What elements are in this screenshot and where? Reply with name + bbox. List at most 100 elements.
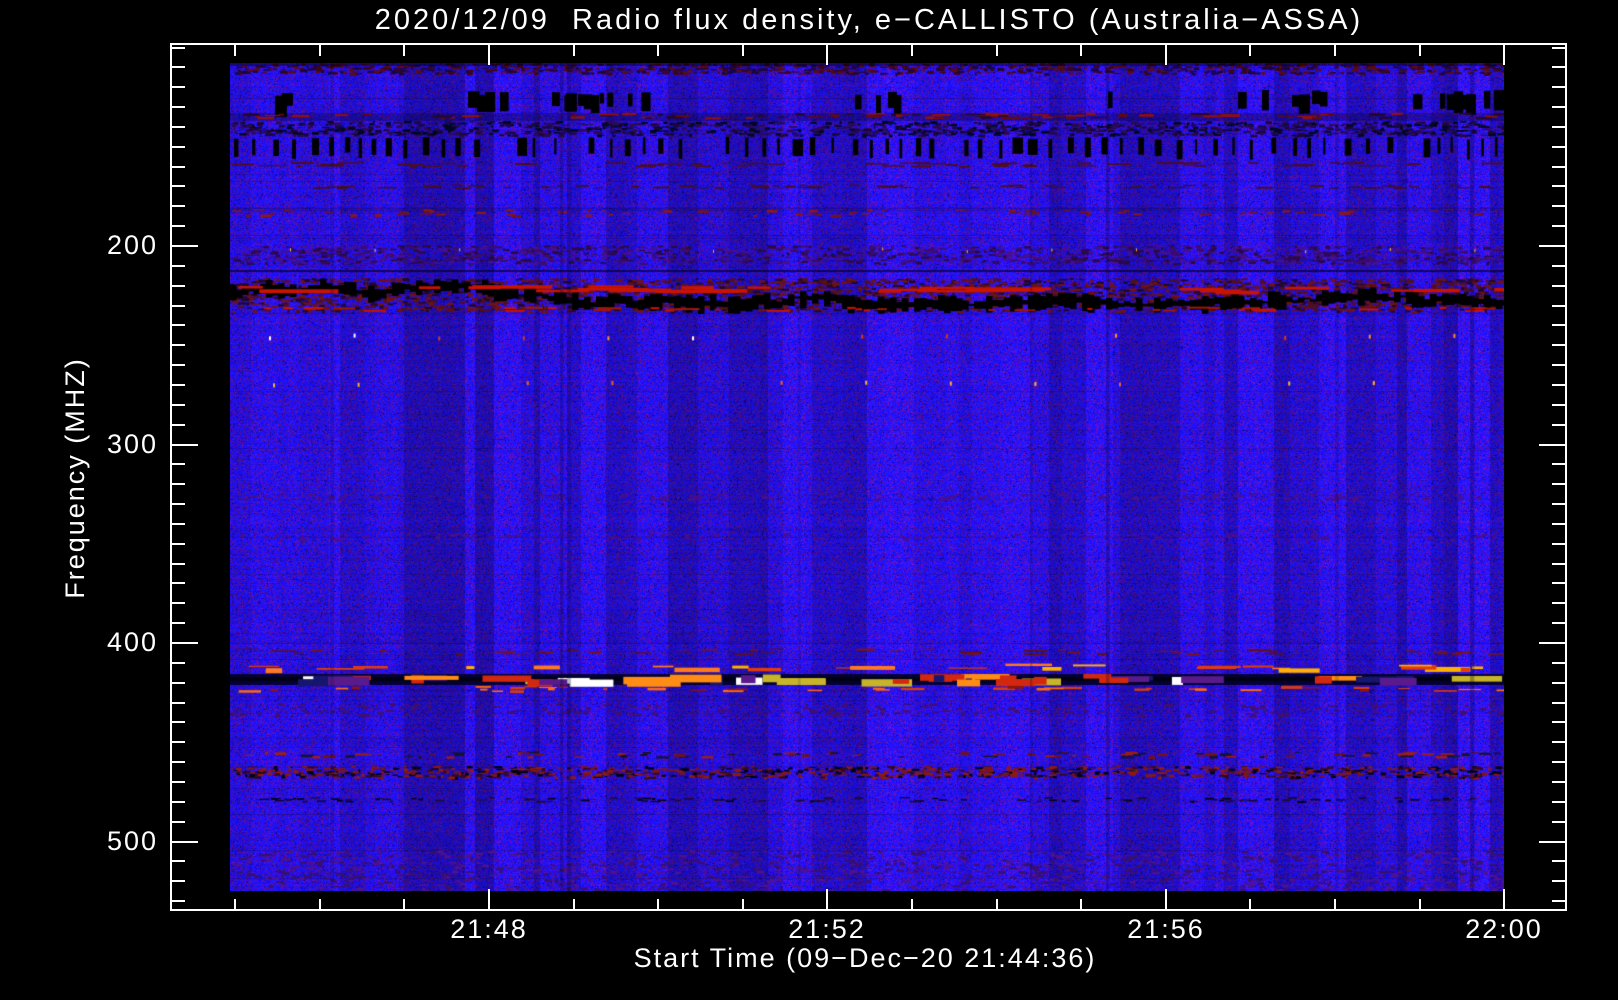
tick-mark bbox=[172, 582, 185, 584]
tick-mark bbox=[742, 45, 744, 56]
tick-mark bbox=[1552, 682, 1565, 684]
tick-mark bbox=[172, 821, 185, 823]
tick-mark bbox=[234, 899, 236, 911]
tick-mark bbox=[1552, 721, 1565, 723]
tick-mark bbox=[172, 106, 185, 108]
y-tick-label: 400 bbox=[106, 627, 158, 657]
tick-mark bbox=[1552, 821, 1565, 823]
tick-mark bbox=[1552, 424, 1565, 426]
tick-mark bbox=[1552, 126, 1565, 128]
tick-mark bbox=[1552, 483, 1565, 485]
tick-mark bbox=[172, 146, 185, 148]
tick-mark bbox=[319, 45, 321, 56]
tick-mark bbox=[172, 523, 185, 525]
tick-mark bbox=[1539, 642, 1565, 644]
tick-mark bbox=[1552, 166, 1565, 168]
tick-mark bbox=[826, 889, 828, 911]
tick-mark bbox=[1165, 889, 1167, 911]
tick-mark bbox=[403, 899, 405, 911]
tick-mark bbox=[1552, 146, 1565, 148]
tick-mark bbox=[1503, 45, 1505, 65]
tick-mark bbox=[1552, 801, 1565, 803]
tick-mark bbox=[1552, 860, 1565, 862]
tick-mark bbox=[1552, 463, 1565, 465]
tick-mark bbox=[172, 702, 185, 704]
tick-mark bbox=[1539, 245, 1565, 247]
tick-mark bbox=[1419, 899, 1421, 911]
tick-mark bbox=[172, 682, 185, 684]
tick-mark bbox=[172, 721, 185, 723]
tick-mark bbox=[172, 185, 185, 187]
tick-mark bbox=[911, 899, 913, 911]
tick-mark bbox=[172, 602, 185, 604]
tick-mark bbox=[234, 45, 236, 56]
tick-mark bbox=[1334, 45, 1336, 56]
y-tick-label: 200 bbox=[106, 230, 158, 260]
tick-mark bbox=[1552, 602, 1565, 604]
tick-mark bbox=[1552, 741, 1565, 743]
tick-mark bbox=[1552, 305, 1565, 307]
tick-mark bbox=[573, 45, 575, 56]
x-tick-label: 21:52 bbox=[788, 914, 866, 944]
tick-mark bbox=[172, 801, 185, 803]
tick-mark bbox=[1503, 889, 1505, 911]
tick-mark bbox=[172, 86, 185, 88]
y-axis-title: Frequency (MHZ) bbox=[60, 357, 90, 599]
tick-mark bbox=[172, 424, 185, 426]
tick-mark bbox=[172, 900, 185, 902]
tick-mark bbox=[172, 47, 185, 49]
tick-mark bbox=[573, 899, 575, 911]
tick-mark bbox=[1552, 523, 1565, 525]
tick-mark bbox=[1552, 543, 1565, 545]
spectrogram-figure: 2020/12/09 Radio flux density, e−CALLIST… bbox=[0, 0, 1618, 1000]
tick-mark bbox=[172, 761, 185, 763]
tick-mark bbox=[172, 563, 185, 565]
tick-mark bbox=[1552, 86, 1565, 88]
tick-mark bbox=[172, 503, 185, 505]
chart-title: 2020/12/09 Radio flux density, e−CALLIST… bbox=[374, 4, 1364, 36]
tick-mark bbox=[1552, 66, 1565, 68]
tick-mark bbox=[826, 45, 828, 65]
tick-mark bbox=[1552, 205, 1565, 207]
tick-mark bbox=[1552, 364, 1565, 366]
tick-mark bbox=[172, 66, 185, 68]
tick-mark bbox=[1552, 900, 1565, 902]
tick-mark bbox=[1552, 781, 1565, 783]
tick-mark bbox=[657, 45, 659, 56]
tick-mark bbox=[1539, 841, 1565, 843]
tick-mark bbox=[172, 245, 198, 247]
tick-mark bbox=[657, 899, 659, 911]
tick-mark bbox=[172, 225, 185, 227]
tick-mark bbox=[1552, 622, 1565, 624]
tick-mark bbox=[742, 899, 744, 911]
tick-mark bbox=[172, 463, 185, 465]
tick-mark bbox=[1249, 45, 1251, 56]
tick-mark bbox=[1419, 45, 1421, 56]
tick-mark bbox=[172, 285, 185, 287]
tick-mark bbox=[996, 45, 998, 56]
tick-mark bbox=[1080, 899, 1082, 911]
tick-mark bbox=[1552, 225, 1565, 227]
tick-mark bbox=[172, 880, 185, 882]
tick-mark bbox=[1552, 344, 1565, 346]
tick-mark bbox=[1552, 285, 1565, 287]
tick-mark bbox=[172, 781, 185, 783]
x-tick-label: 21:48 bbox=[450, 914, 528, 944]
tick-mark bbox=[1165, 45, 1167, 65]
tick-mark bbox=[1539, 444, 1565, 446]
tick-mark bbox=[172, 265, 185, 267]
tick-mark bbox=[172, 662, 185, 664]
tick-mark bbox=[1080, 45, 1082, 56]
tick-mark bbox=[403, 45, 405, 56]
tick-mark bbox=[172, 622, 185, 624]
tick-mark bbox=[172, 324, 185, 326]
tick-mark bbox=[996, 899, 998, 911]
tick-mark bbox=[172, 364, 185, 366]
tick-mark bbox=[1552, 582, 1565, 584]
tick-mark bbox=[172, 126, 185, 128]
tick-mark bbox=[172, 384, 185, 386]
tick-mark bbox=[172, 205, 185, 207]
tick-mark bbox=[172, 305, 185, 307]
tick-mark bbox=[1552, 324, 1565, 326]
tick-mark bbox=[172, 741, 185, 743]
